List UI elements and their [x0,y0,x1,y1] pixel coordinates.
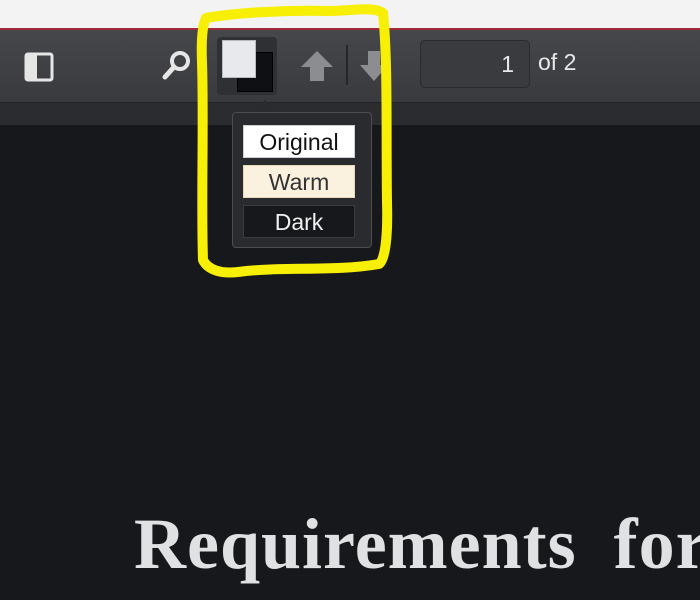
search-icon[interactable] [160,48,194,84]
page-number-input[interactable]: 1 [420,40,530,88]
page-count-label: of 2 [538,49,577,75]
document-title: Requirements for [134,504,700,584]
highlight-annotation [196,4,393,278]
sidebar-toggle-icon[interactable] [23,51,55,83]
